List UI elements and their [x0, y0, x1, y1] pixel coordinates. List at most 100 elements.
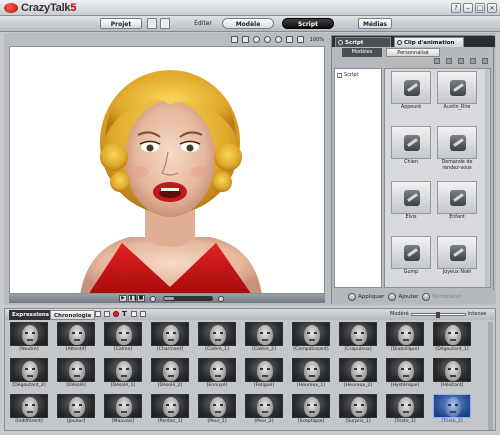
expression-item[interactable]: [Pardon_1]: [151, 394, 189, 425]
intensity-slider[interactable]: [410, 311, 466, 318]
expression-item[interactable]: [Colère_2]: [245, 322, 283, 353]
minimize-button[interactable]: –: [463, 3, 473, 13]
list-view-icon[interactable]: [470, 58, 476, 64]
close-button[interactable]: ×: [487, 3, 497, 13]
tree-item-script[interactable]: Script: [337, 72, 359, 78]
clip-item[interactable]: Joyeux Noël: [437, 236, 477, 276]
expression-item[interactable]: [Ennuyé]: [198, 358, 236, 389]
clip-item[interactable]: Austin_Rire: [437, 71, 477, 111]
rotate-icon[interactable]: [285, 36, 293, 43]
clip-item[interactable]: Gump: [391, 236, 431, 276]
expression-item[interactable]: [Fatigué]: [245, 358, 283, 389]
subtab-modeles[interactable]: Modèles: [342, 48, 382, 57]
loop-icon[interactable]: [150, 295, 156, 302]
projet-button[interactable]: Projet: [100, 18, 142, 29]
add-button[interactable]: Ajouter: [388, 293, 418, 301]
main-menu-bar: Projet Éditer Modèle Script Médias: [0, 16, 500, 32]
clip-thumbnail: [391, 71, 431, 104]
expression-item[interactable]: [Désolé_1]: [104, 358, 142, 389]
expression-label: [Sceptique]: [297, 419, 325, 424]
clip-grid-scrollbar[interactable]: [485, 69, 490, 287]
clip-item[interactable]: Elvis: [391, 181, 431, 221]
subtab-personnalise[interactable]: Personnalisé: [386, 48, 440, 57]
expression-thumbnail: [386, 322, 424, 346]
expression-item[interactable]: [Neutre]: [10, 322, 48, 353]
save-icon[interactable]: [160, 18, 170, 29]
expression-item[interactable]: [Triste_1]: [386, 394, 424, 425]
expression-item[interactable]: [Hésitant]: [433, 358, 471, 389]
expression-item[interactable]: [Heureux_2]: [339, 358, 377, 389]
lips-logo-icon: [4, 3, 18, 13]
expression-item[interactable]: [Désolé]: [57, 358, 95, 389]
expression-thumbnail: [339, 358, 377, 382]
intensity-knob[interactable]: [435, 311, 440, 318]
expression-item[interactable]: [Heureux_1]: [292, 358, 330, 389]
script-button[interactable]: Script: [282, 18, 334, 29]
volume-knob[interactable]: [164, 297, 174, 300]
thumbnail-view-icon[interactable]: [482, 58, 488, 64]
expression-item[interactable]: [Mauvais]: [104, 394, 142, 425]
replace-button[interactable]: Remplacer: [422, 293, 462, 301]
expression-label: [Charmant]: [156, 347, 184, 352]
record-icon[interactable]: [113, 311, 119, 317]
expression-item[interactable]: [Sceptique]: [292, 394, 330, 425]
expression-item[interactable]: [Indifférent]: [10, 394, 48, 425]
expression-item[interactable]: [Peur_1]: [198, 394, 236, 425]
expression-item[interactable]: [Surpris_1]: [339, 394, 377, 425]
expression-item[interactable]: [Diabolique]: [386, 322, 424, 353]
zoom-out-icon[interactable]: [252, 36, 260, 43]
delete-icon[interactable]: [458, 58, 464, 64]
expression-label: [Triste_1]: [394, 419, 416, 424]
expression-item[interactable]: [Désolé_2]: [151, 358, 189, 389]
expression-thumbnail: [10, 358, 48, 382]
expression-item[interactable]: [Compatissant]: [292, 322, 330, 353]
clip-thumbnail: [391, 126, 431, 159]
clip-item[interactable]: Appeuré: [391, 71, 431, 111]
expression-item[interactable]: [Dégoutant_1]: [433, 322, 471, 353]
undo-icon[interactable]: [95, 311, 101, 317]
play-icon[interactable]: ▶: [119, 295, 127, 302]
expression-item[interactable]: [Calme]: [104, 322, 142, 353]
maximize-button[interactable]: □: [475, 3, 485, 13]
clip-item[interactable]: Chien: [391, 126, 431, 166]
expression-item[interactable]: [Colère_1]: [198, 322, 236, 353]
stop-icon[interactable]: ■: [137, 295, 145, 302]
music-note-icon[interactable]: [140, 311, 146, 317]
expression-item[interactable]: [Joueur]: [57, 394, 95, 425]
expression-item[interactable]: [Attentif]: [57, 322, 95, 353]
reset-view-icon[interactable]: [296, 36, 304, 43]
zoom-fit-icon[interactable]: [274, 36, 282, 43]
apply-button[interactable]: Appliquer: [348, 293, 384, 301]
expression-item[interactable]: [Crapuleux]: [339, 322, 377, 353]
tab-expressions[interactable]: Expressions: [9, 310, 53, 320]
help-button[interactable]: ?: [451, 3, 461, 13]
expression-label: [Désolé_1]: [110, 383, 136, 388]
tab-chronologie[interactable]: Chronologie: [50, 310, 96, 320]
expression-item[interactable]: [Hystérique]: [386, 358, 424, 389]
tab-clip-animation[interactable]: Clip d'animation: [394, 37, 464, 47]
volume-slider[interactable]: [163, 296, 213, 301]
clip-item[interactable]: Demande de rendez-vous: [437, 126, 477, 172]
tab-script[interactable]: Script: [335, 37, 391, 47]
speaker-icon[interactable]: [218, 295, 224, 302]
pause-icon[interactable]: ❚❚: [128, 295, 137, 302]
clip-item[interactable]: Enfant: [437, 181, 477, 221]
expression-item[interactable]: [Dégoutant_2]: [10, 358, 48, 389]
expression-item[interactable]: [Triste_2]: [433, 394, 471, 425]
expression-item[interactable]: [Charmant]: [151, 322, 189, 353]
new-folder-icon[interactable]: [446, 58, 452, 64]
image-icon[interactable]: [131, 311, 137, 317]
folder-up-icon[interactable]: [434, 58, 440, 64]
expression-item[interactable]: [Peur_2]: [245, 394, 283, 425]
camera-icon[interactable]: [230, 36, 238, 43]
redo-icon[interactable]: [104, 311, 110, 317]
medias-button[interactable]: Médias: [358, 18, 392, 29]
text-icon[interactable]: T: [122, 311, 128, 318]
expression-scrollbar[interactable]: [488, 322, 493, 430]
open-folder-icon[interactable]: [147, 18, 157, 29]
zoom-in-icon[interactable]: [263, 36, 271, 43]
window-controls: ? – □ ×: [451, 3, 497, 13]
character-preview[interactable]: [9, 46, 325, 294]
modele-button[interactable]: Modèle: [222, 18, 274, 29]
pan-hand-icon[interactable]: [241, 36, 249, 43]
